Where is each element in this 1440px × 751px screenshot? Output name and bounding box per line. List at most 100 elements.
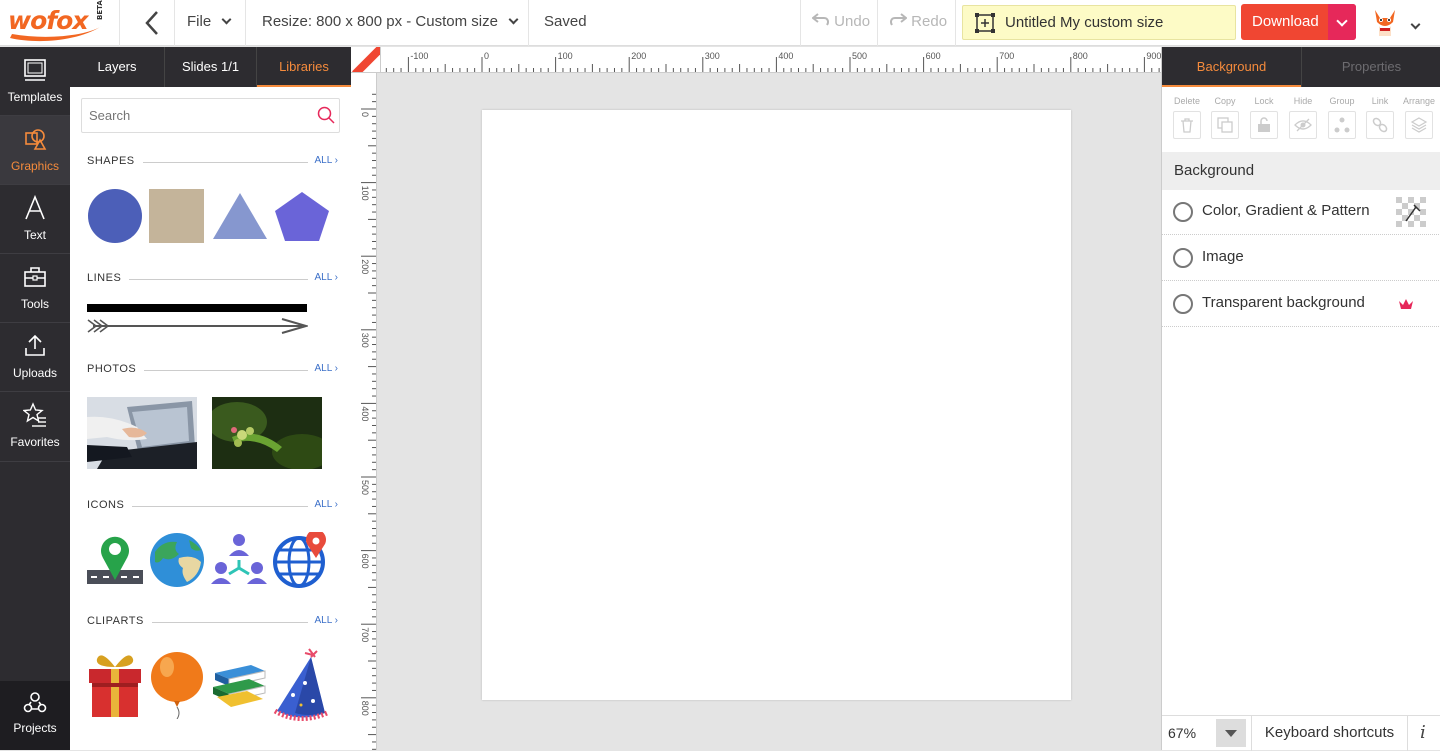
photo-laptop-typing[interactable] xyxy=(87,397,197,469)
download-button[interactable]: Download xyxy=(1241,4,1356,40)
user-menu-button[interactable] xyxy=(1410,15,1424,30)
section-lines-title: LINES xyxy=(87,272,130,284)
redo-button[interactable]: Redo xyxy=(889,13,947,30)
vertical-ruler[interactable]: 0 100 200 300 400 500 600 700 800 xyxy=(351,73,377,750)
earth-globe-icon[interactable] xyxy=(149,532,205,588)
nav-graphics[interactable]: Graphics xyxy=(0,116,70,185)
globe-location-icon[interactable] xyxy=(273,532,329,588)
section-cliparts: CLIPARTS ALL › xyxy=(87,615,338,629)
bg-option-color[interactable]: Color, Gradient & Pattern xyxy=(1162,190,1440,235)
photo-green-plant[interactable] xyxy=(212,397,322,469)
radio-color[interactable] xyxy=(1173,202,1193,222)
link-button[interactable]: Link xyxy=(1361,87,1399,151)
shape-circle[interactable] xyxy=(87,188,143,244)
lines-all-link[interactable]: ALL › xyxy=(309,272,338,283)
shape-square[interactable] xyxy=(149,188,204,244)
section-shapes: SHAPES ALL › xyxy=(87,155,338,169)
line-solid[interactable] xyxy=(87,304,308,313)
search-input[interactable] xyxy=(82,99,302,132)
nav-projects[interactable]: Projects xyxy=(0,681,70,750)
section-photos-title: PHOTOS xyxy=(87,363,145,375)
team-network-icon[interactable] xyxy=(211,532,267,588)
document-title-field[interactable]: Untitled My custom size xyxy=(962,5,1236,40)
nav-projects-label: Projects xyxy=(13,721,57,735)
shape-triangle[interactable] xyxy=(211,191,269,241)
download-options-button[interactable] xyxy=(1328,4,1356,40)
projects-icon xyxy=(23,692,47,713)
search-icon[interactable] xyxy=(317,106,335,124)
info-button[interactable]: i xyxy=(1420,722,1426,743)
ruler-h-label: 100 xyxy=(558,51,573,61)
logo-wordmark: wofox xyxy=(8,6,88,35)
undo-label: Undo xyxy=(834,13,871,30)
radio-image[interactable] xyxy=(1173,248,1193,268)
file-menu-label: File xyxy=(187,13,212,30)
shapes-all-link[interactable]: ALL › xyxy=(309,155,338,166)
delete-button[interactable]: Delete xyxy=(1168,87,1206,151)
group-button[interactable]: Group xyxy=(1323,87,1361,151)
tab-slides[interactable]: Slides 1/1 xyxy=(165,47,257,87)
photos-all-link[interactable]: ALL › xyxy=(309,363,338,374)
shape-pentagon[interactable] xyxy=(273,190,331,243)
clipart-gift-box[interactable] xyxy=(87,649,143,719)
nav-templates[interactable]: Templates xyxy=(0,47,70,116)
horizontal-ruler[interactable]: -100 0 100 200 300 400 500 600 700 800 900 xyxy=(381,47,1161,73)
layers-icon xyxy=(1410,117,1428,133)
undo-button[interactable]: Undo xyxy=(811,13,871,30)
delete-label: Delete xyxy=(1173,96,1200,106)
clipart-party-hat[interactable] xyxy=(273,647,329,721)
ruler-h-label: 300 xyxy=(705,51,720,61)
eye-slash-icon xyxy=(1294,118,1312,132)
nav-favorites[interactable]: Favorites xyxy=(0,392,70,462)
nav-uploads-label: Uploads xyxy=(12,366,58,380)
ruler-v-label: 300 xyxy=(360,333,370,348)
back-button[interactable] xyxy=(138,8,166,38)
trash-icon xyxy=(1181,118,1193,133)
map-pin-road-icon[interactable] xyxy=(87,532,143,588)
ruler-h-label: 600 xyxy=(926,51,941,61)
redo-icon xyxy=(890,13,908,26)
bg-option-image[interactable]: Image xyxy=(1162,236,1440,281)
text-icon xyxy=(25,195,45,220)
clipart-balloon[interactable] xyxy=(149,651,205,719)
tab-properties[interactable]: Properties xyxy=(1302,47,1440,87)
zoom-dropdown[interactable] xyxy=(1216,719,1246,747)
wofox-logo[interactable]: wofox BETA xyxy=(6,0,106,44)
ruler-v-label: 100 xyxy=(360,186,370,201)
clipart-books[interactable] xyxy=(211,659,267,709)
nav-text[interactable]: Text xyxy=(0,185,70,254)
radio-transparent[interactable] xyxy=(1173,294,1193,314)
file-menu[interactable]: File xyxy=(187,13,232,30)
bg-option-transparent[interactable]: Transparent background xyxy=(1162,282,1440,327)
arrange-button[interactable]: Arrange xyxy=(1400,87,1438,151)
copy-button[interactable]: Copy xyxy=(1206,87,1244,151)
nav-tools[interactable]: Tools xyxy=(0,254,70,323)
lock-button[interactable]: Lock xyxy=(1245,87,1283,151)
icons-all-link[interactable]: ALL › xyxy=(309,499,338,510)
object-toolbar: Delete Copy Lock Hide Group Link Arrange xyxy=(1162,87,1440,151)
background-section-title: Background xyxy=(1174,162,1255,179)
tab-background[interactable]: Background xyxy=(1162,47,1301,87)
nav-templates-label: Templates xyxy=(7,90,63,104)
line-arrow[interactable] xyxy=(87,318,308,335)
keyboard-shortcuts-button[interactable]: Keyboard shortcuts xyxy=(1251,716,1408,751)
tab-layers[interactable]: Layers xyxy=(70,47,165,87)
nav-graphics-label: Graphics xyxy=(10,159,60,173)
top-bar: wofox BETA File Resize: 800 x 800 px - C… xyxy=(0,0,1440,46)
avatar[interactable] xyxy=(1370,6,1400,38)
graphics-icon xyxy=(25,129,47,150)
redo-label: Redo xyxy=(911,13,948,30)
transparency-picker-icon[interactable] xyxy=(1396,197,1428,229)
ruler-v-label: 500 xyxy=(360,480,370,495)
tab-libraries[interactable]: Libraries xyxy=(257,47,351,87)
resize-dropdown[interactable]: Resize: 800 x 800 px - Custom size xyxy=(262,13,519,30)
document-title: Untitled My custom size xyxy=(1005,14,1164,31)
cliparts-all-link[interactable]: ALL › xyxy=(309,615,338,626)
ruler-v-label: 800 xyxy=(360,701,370,716)
section-shapes-title: SHAPES xyxy=(87,155,143,167)
group-icon xyxy=(1334,117,1350,133)
design-canvas[interactable] xyxy=(482,110,1071,700)
hide-button[interactable]: Hide xyxy=(1284,87,1322,151)
library-panel: Layers Slides 1/1 Libraries SHAPES ALL ›… xyxy=(70,47,351,750)
nav-uploads[interactable]: Uploads xyxy=(0,323,70,392)
